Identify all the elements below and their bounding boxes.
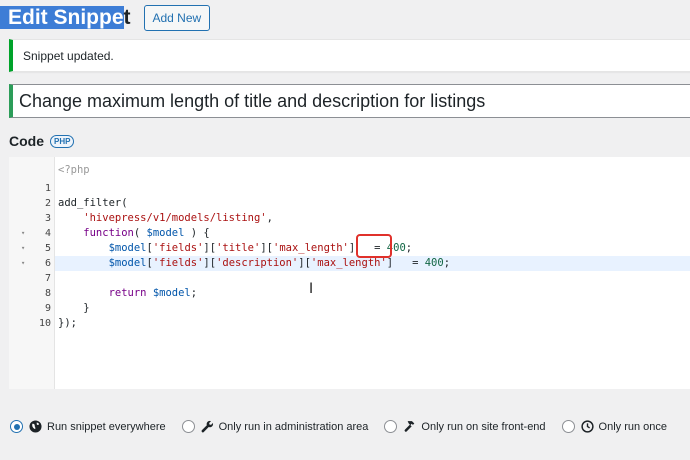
code-token: $model xyxy=(58,257,147,269)
line-number: 6 xyxy=(44,258,51,269)
line-number: 9 xyxy=(44,303,51,314)
gutter-row: 3 xyxy=(9,211,55,226)
annotation-highlight-box xyxy=(356,234,392,258)
code-token: ; xyxy=(443,257,451,269)
clock-icon xyxy=(580,420,594,433)
scope-option-front-end[interactable]: Only run on site front-end xyxy=(384,420,546,433)
gutter-row: 7 xyxy=(9,271,55,286)
gutter-row: 8 xyxy=(9,286,55,301)
scope-label: Run snippet everywhere xyxy=(47,420,166,433)
line-number: 8 xyxy=(44,288,51,299)
gutter-row: 1 xyxy=(9,181,55,196)
php-opening-tag: <?php xyxy=(58,164,90,176)
line-number: 3 xyxy=(44,213,51,224)
code-token: ( xyxy=(133,227,147,239)
snippet-title-input[interactable] xyxy=(9,84,690,118)
wrench-icon xyxy=(201,420,214,433)
add-new-button[interactable]: Add New xyxy=(143,5,211,31)
gutter-row: ▾ 5 xyxy=(9,241,55,256)
code-line: } xyxy=(58,301,90,316)
line-number: 4 xyxy=(44,228,51,239)
code-token: ][ xyxy=(260,242,273,254)
scope-label: Only run on site front-end xyxy=(421,420,546,433)
scope-label: Only run once xyxy=(598,420,668,433)
globe-icon xyxy=(29,420,42,433)
code-line: $model['fields']['description']['max_len… xyxy=(58,256,450,271)
gutter-row: 10 xyxy=(9,316,55,331)
code-token: ) { xyxy=(184,227,210,239)
radio-button[interactable] xyxy=(10,420,23,433)
code-token: , xyxy=(266,212,273,224)
line-number: 1 xyxy=(44,183,51,194)
code-line: 'hivepress/v1/models/listing', xyxy=(58,211,273,226)
scope-option-once[interactable]: Only run once xyxy=(561,420,668,433)
line-number: 7 xyxy=(44,273,51,284)
code-token: 'description' xyxy=(216,257,299,269)
code-token: $model xyxy=(146,227,185,239)
code-token: 'fields' xyxy=(152,257,204,269)
scope-option-admin[interactable]: Only run in administration area xyxy=(181,420,369,433)
scope-option-everywhere[interactable]: Run snippet everywhere xyxy=(10,420,166,433)
text-cursor-icon: I xyxy=(309,281,314,297)
code-token: ; xyxy=(405,242,413,254)
code-token: 'hivepress/v1/models/listing' xyxy=(58,212,267,224)
radio-button[interactable] xyxy=(181,420,195,433)
code-line: add_filter( xyxy=(58,196,128,211)
code-label: Code xyxy=(9,133,44,149)
code-token: function xyxy=(58,227,134,239)
code-line: }); xyxy=(58,316,77,331)
title-row: Edit Snippet Add New xyxy=(0,4,211,32)
scope-options: Run snippet everywhere Only run in admin… xyxy=(10,420,683,433)
fold-marker-icon[interactable]: ▾ xyxy=(21,226,25,241)
success-notice: Snippet updated. xyxy=(9,39,690,72)
line-number: 10 xyxy=(38,318,51,329)
code-token: 400 xyxy=(424,257,444,269)
code-heading: Code PHP xyxy=(9,133,75,149)
code-line: function( $model ) { xyxy=(58,226,210,241)
code-token: 'max_length' xyxy=(273,242,349,254)
gutter-row: 2 xyxy=(9,196,55,211)
fold-marker-icon[interactable]: ▾ xyxy=(21,256,25,271)
line-number: 2 xyxy=(44,198,51,209)
code-token: return xyxy=(58,287,153,299)
hammer-icon xyxy=(403,420,416,433)
gutter-row: ▾ 6 xyxy=(9,256,55,271)
code-token: 'max_length' xyxy=(310,257,387,269)
code-token: ; xyxy=(190,287,198,299)
page-title: Edit Snippet xyxy=(0,4,131,32)
notice-text: Snippet updated. xyxy=(23,49,114,63)
code-line: return $model; xyxy=(58,286,198,301)
code-token: } xyxy=(58,302,90,314)
editor-gutter: 1 2 3 ▾ 4 ▾ 5 ▾ 6 7 8 9 10 xyxy=(9,157,55,389)
gutter-row: 9 xyxy=(9,301,55,316)
code-editor[interactable]: 1 2 3 ▾ 4 ▾ 5 ▾ 6 7 8 9 10 <?php add_filter( 'hivepr… xyxy=(9,157,690,389)
code-token: 'title' xyxy=(216,242,261,254)
code-token: ][ xyxy=(203,242,217,254)
code-token: $model xyxy=(152,287,191,299)
line-number: 5 xyxy=(44,243,51,254)
code-token: ][ xyxy=(203,257,217,269)
code-token: $model xyxy=(58,242,147,254)
code-token: ][ xyxy=(298,257,311,269)
php-badge: PHP xyxy=(50,134,75,148)
scope-label: Only run in administration area xyxy=(218,420,369,433)
radio-button[interactable] xyxy=(384,420,398,433)
code-token: ] = xyxy=(386,257,425,269)
fold-marker-icon[interactable]: ▾ xyxy=(21,241,25,256)
code-token: 'fields' xyxy=(152,242,204,254)
code-token: }); xyxy=(58,317,77,329)
page-title-selected-text: Edit Snippe xyxy=(0,6,124,29)
radio-button[interactable] xyxy=(561,420,575,433)
page-title-rest: t xyxy=(123,6,131,29)
gutter-row: ▾ 4 xyxy=(9,226,55,241)
code-token: add_filter( xyxy=(58,197,128,209)
